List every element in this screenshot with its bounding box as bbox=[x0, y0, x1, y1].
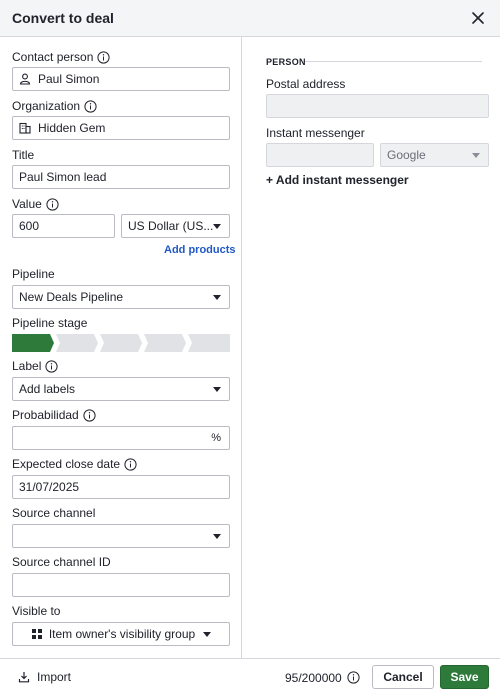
postal-address-label: Postal address bbox=[266, 77, 346, 91]
info-icon[interactable] bbox=[84, 99, 97, 113]
contact-person-label: Contact person bbox=[12, 50, 110, 64]
chevron-down-icon bbox=[213, 224, 221, 229]
info-icon[interactable] bbox=[45, 359, 58, 373]
title-label: Title bbox=[12, 148, 35, 162]
source-channel-id-label: Source channel ID bbox=[12, 555, 111, 569]
source-channel-id-input[interactable] bbox=[12, 573, 230, 597]
chevron-down-icon bbox=[472, 153, 480, 158]
pipeline-stage-selector bbox=[12, 334, 230, 352]
building-icon bbox=[19, 122, 31, 134]
divider bbox=[305, 61, 482, 62]
chevron-down-icon bbox=[213, 387, 221, 392]
contact-person-field[interactable]: Paul Simon bbox=[12, 67, 230, 91]
pipeline-stage-label: Pipeline stage bbox=[12, 316, 88, 330]
info-icon[interactable] bbox=[97, 50, 110, 64]
info-icon[interactable] bbox=[347, 671, 360, 684]
probability-label: Probabilidad bbox=[12, 408, 96, 422]
person-panel: PERSON Postal address Instant messenger … bbox=[243, 37, 500, 658]
source-channel-label: Source channel bbox=[12, 506, 96, 520]
messenger-service-select[interactable]: Google bbox=[380, 143, 489, 167]
pipeline-select[interactable]: New Deals Pipeline bbox=[12, 285, 230, 309]
info-icon[interactable] bbox=[83, 408, 96, 422]
organization-field[interactable]: Hidden Gem bbox=[12, 116, 230, 140]
value-label: Value bbox=[12, 197, 59, 211]
source-channel-select[interactable] bbox=[12, 524, 230, 548]
visible-to-select[interactable]: Item owner's visibility group bbox=[12, 622, 230, 646]
organization-label: Organization bbox=[12, 99, 97, 113]
pipeline-stage-5[interactable] bbox=[188, 334, 230, 352]
person-heading: PERSON bbox=[266, 57, 306, 67]
save-button[interactable]: Save bbox=[440, 665, 489, 689]
close-icon[interactable] bbox=[470, 10, 486, 26]
visible-to-value: Item owner's visibility group bbox=[48, 627, 196, 641]
visible-to-label: Visible to bbox=[12, 604, 61, 618]
chevron-down-icon bbox=[203, 631, 212, 637]
label-label: Label bbox=[12, 359, 58, 373]
import-icon bbox=[18, 672, 30, 683]
info-icon[interactable] bbox=[124, 457, 137, 471]
instant-messenger-label: Instant messenger bbox=[266, 126, 365, 140]
add-instant-messenger-link[interactable]: + Add instant messenger bbox=[266, 173, 409, 187]
contact-person-value: Paul Simon bbox=[38, 72, 100, 86]
postal-address-input[interactable] bbox=[266, 94, 489, 118]
pipeline-label: Pipeline bbox=[12, 267, 55, 281]
pipeline-stage-1[interactable] bbox=[12, 334, 54, 352]
instant-messenger-input[interactable] bbox=[266, 143, 374, 167]
title-input[interactable]: Paul Simon lead bbox=[12, 165, 230, 189]
person-icon bbox=[19, 73, 31, 85]
grid-icon bbox=[31, 629, 42, 639]
dialog-title: Convert to deal bbox=[12, 10, 114, 26]
add-products-link[interactable]: Add products bbox=[164, 244, 236, 256]
import-label: Import bbox=[37, 670, 72, 684]
label-select[interactable]: Add labels bbox=[12, 377, 230, 401]
probability-input[interactable]: % bbox=[12, 426, 230, 450]
info-icon[interactable] bbox=[46, 197, 59, 211]
expected-close-date-input[interactable]: 31/07/2025 bbox=[12, 475, 230, 499]
deal-form: Contact person Paul Simon Organization H… bbox=[0, 37, 242, 658]
pipeline-stage-4[interactable] bbox=[144, 334, 186, 352]
expected-close-date-label: Expected close date bbox=[12, 457, 137, 471]
chevron-down-icon bbox=[213, 295, 221, 300]
percent-suffix: % bbox=[211, 432, 221, 444]
currency-select[interactable]: US Dollar (US... bbox=[121, 214, 230, 238]
import-button[interactable]: Import bbox=[18, 670, 71, 684]
organization-value: Hidden Gem bbox=[38, 121, 106, 135]
value-amount-input[interactable]: 600 bbox=[12, 214, 115, 238]
pipeline-stage-3[interactable] bbox=[100, 334, 142, 352]
dialog-footer: Import 95/200000 Cancel Save bbox=[0, 658, 500, 696]
pipeline-stage-2[interactable] bbox=[56, 334, 98, 352]
dialog-header: Convert to deal bbox=[0, 0, 500, 37]
cancel-button[interactable]: Cancel bbox=[372, 665, 434, 689]
character-counter: 95/200000 bbox=[285, 671, 342, 685]
chevron-down-icon bbox=[213, 534, 221, 539]
